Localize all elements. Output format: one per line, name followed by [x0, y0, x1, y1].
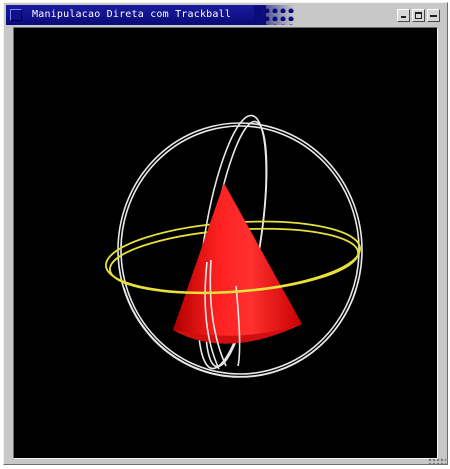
resize-grip[interactable]	[428, 458, 446, 464]
application-window: Manipulacao Direta com Trackball	[3, 2, 448, 465]
minimize-icon	[401, 16, 406, 18]
close-icon	[430, 15, 437, 17]
opengl-viewport[interactable]	[13, 27, 438, 459]
close-button[interactable]	[427, 9, 440, 22]
window-title: Manipulacao Direta com Trackball	[32, 9, 232, 20]
title-bar[interactable]: Manipulacao Direta com Trackball	[6, 5, 445, 25]
maximize-button[interactable]	[412, 9, 425, 22]
trackball-scene[interactable]	[14, 28, 437, 458]
title-bar-gradient	[254, 5, 294, 25]
window-menu-icon[interactable]	[10, 9, 22, 21]
red-cone	[173, 183, 302, 344]
minimize-button[interactable]	[397, 9, 410, 22]
maximize-icon	[415, 12, 422, 19]
